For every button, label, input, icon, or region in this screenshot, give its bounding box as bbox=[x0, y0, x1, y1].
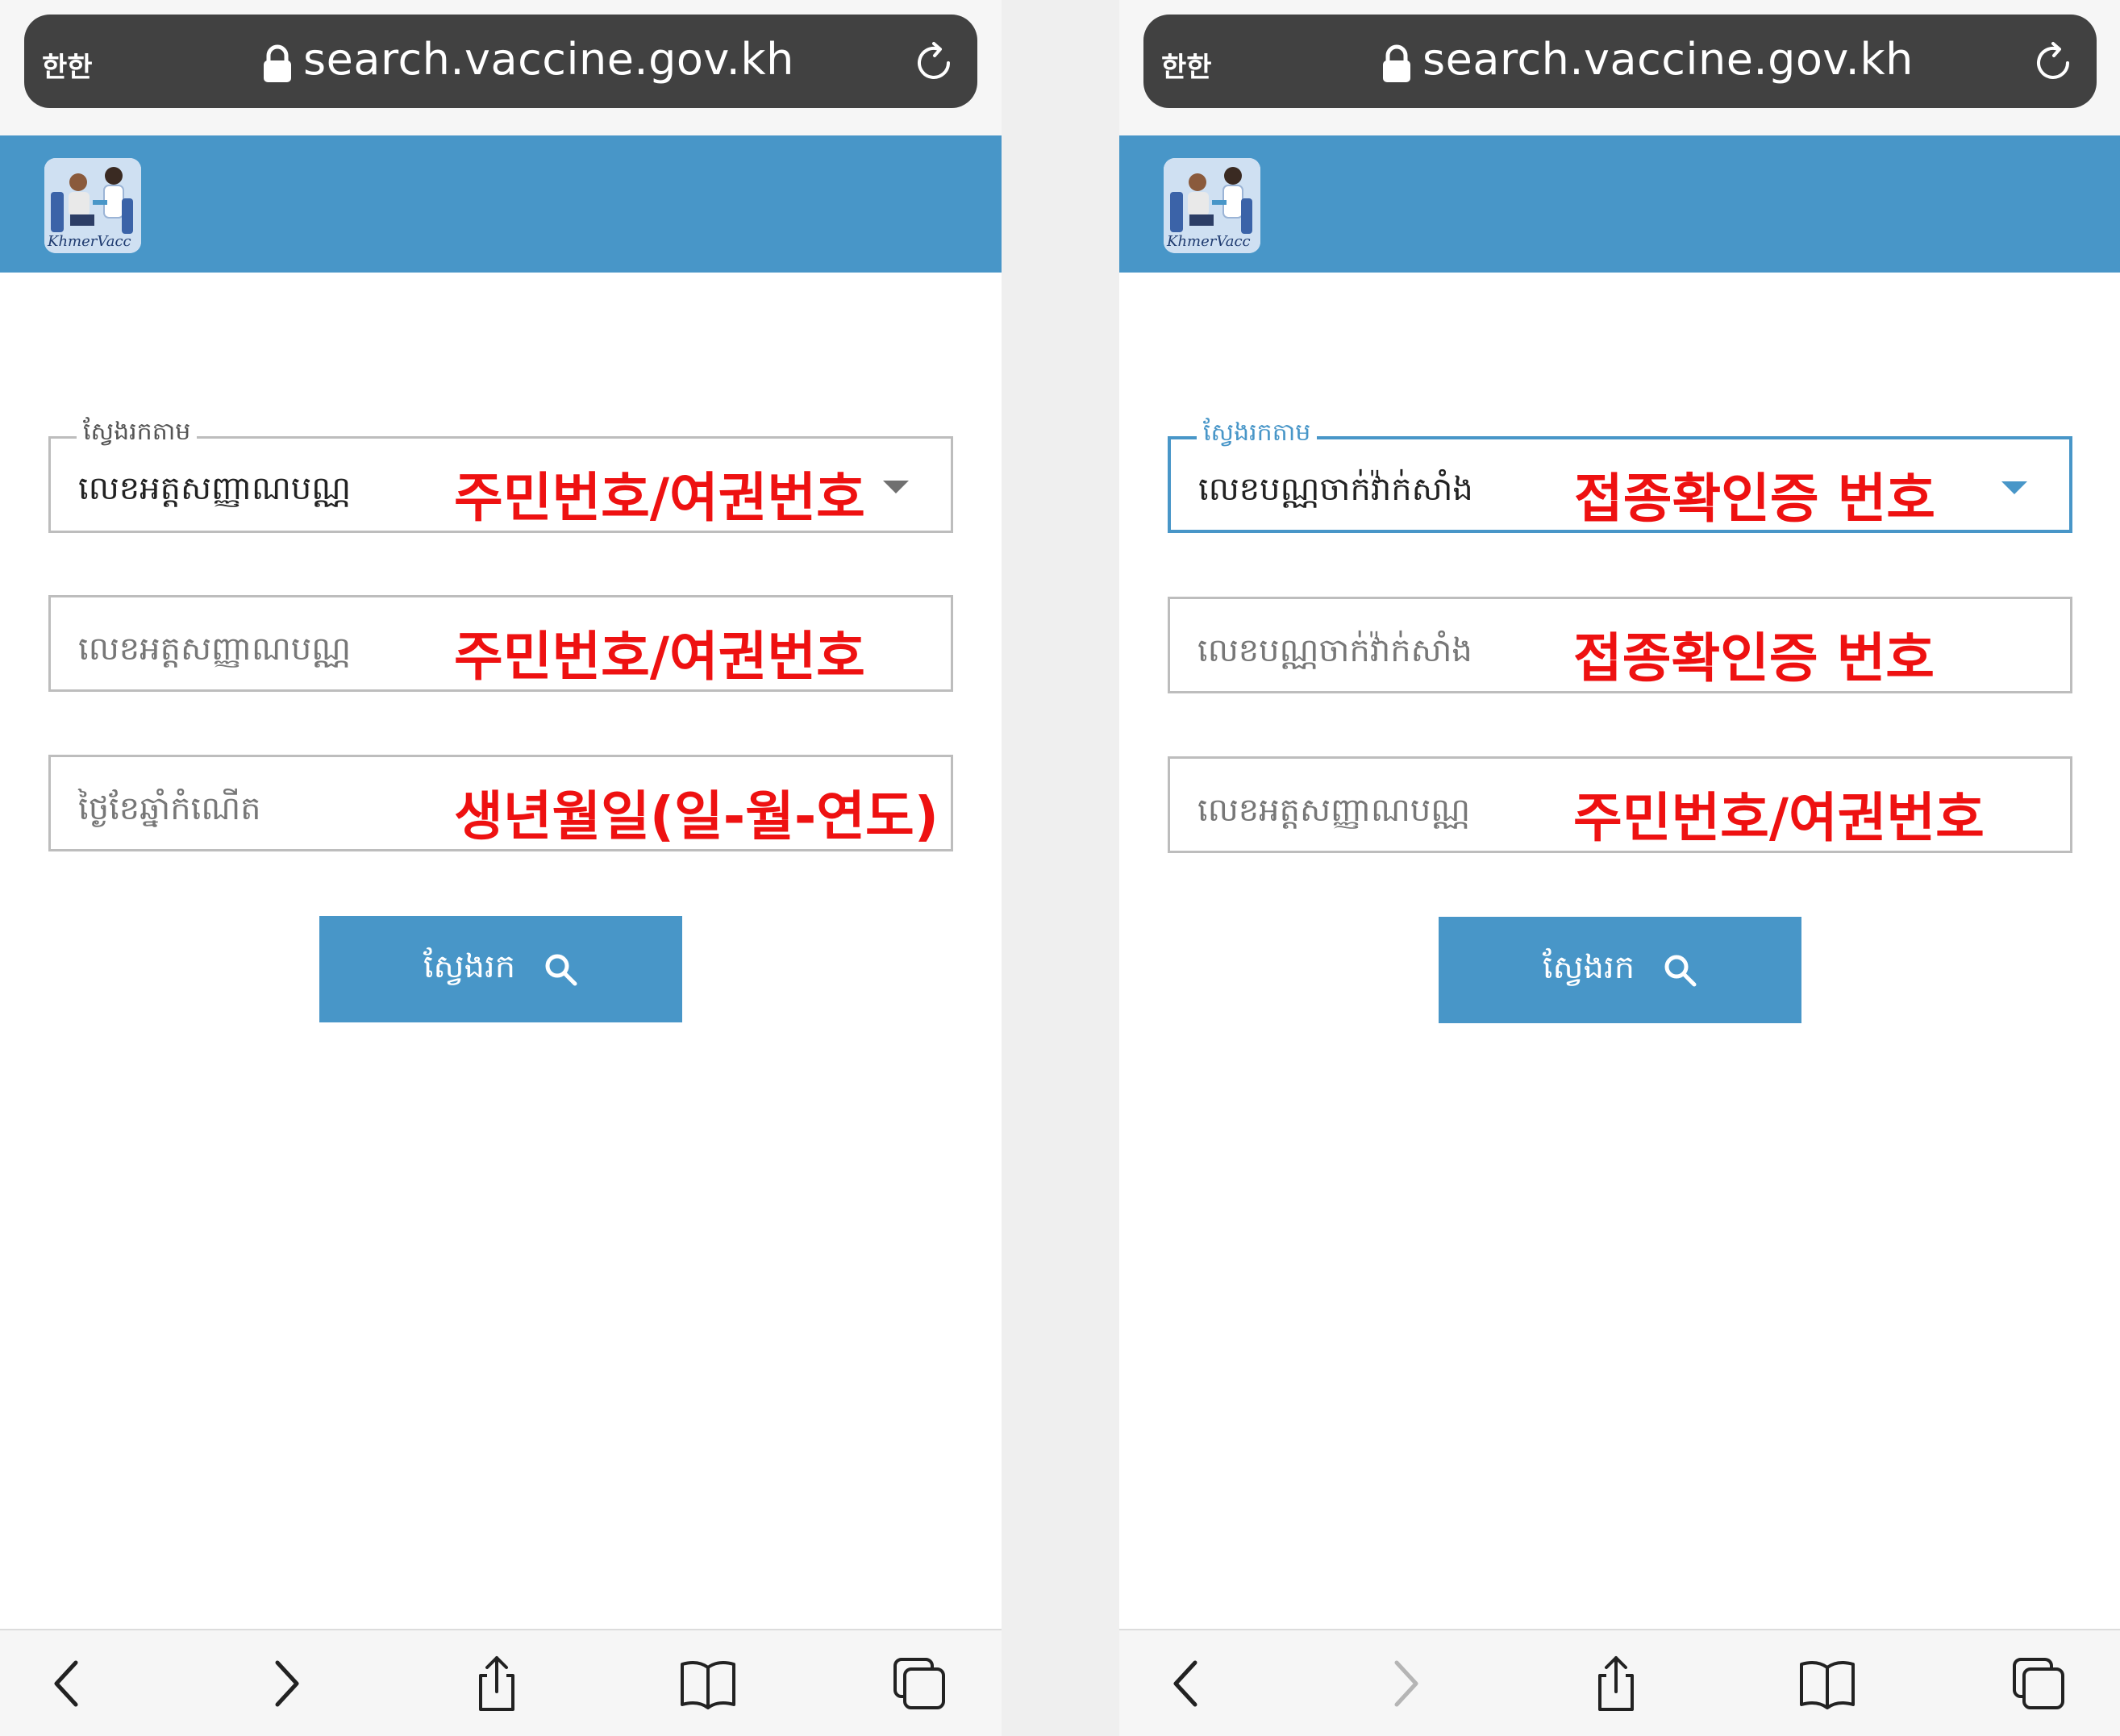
url-text[interactable]: search.vaccine.gov.kh bbox=[303, 34, 794, 85]
birth-date-placeholder: ថ្ងៃខែឆ្នាំកំណើត bbox=[78, 790, 261, 827]
search-by-legend: ស្វែងរកតាម bbox=[77, 416, 198, 452]
address-bar[interactable]: 한한 search.vaccine.gov.kh bbox=[24, 15, 977, 108]
id-number-placeholder: លេខអត្តសញ្ញាណបណ្ណ bbox=[1197, 792, 1471, 829]
translation-annotation: 생년월일(일-월-연도) bbox=[454, 785, 939, 847]
id-number-placeholder: លេខអត្តសញ្ញាណបណ្ណ bbox=[78, 631, 352, 668]
translation-annotation: 주민번호/여권번호 bbox=[454, 626, 865, 688]
search-button-label: ស្វែងរក bbox=[423, 947, 516, 985]
forward-icon[interactable] bbox=[252, 1651, 316, 1716]
dropdown-caret-icon[interactable] bbox=[883, 481, 909, 493]
bookmarks-icon[interactable] bbox=[1795, 1651, 1860, 1716]
khmervacc-logo[interactable]: KhmerVacc bbox=[1164, 158, 1260, 253]
share-icon[interactable] bbox=[464, 1651, 529, 1716]
lock-icon bbox=[264, 44, 291, 82]
vaccine-card-placeholder: លេខបណ្ណចាក់វ៉ាក់សាំង bbox=[1197, 632, 1472, 669]
site-header: KhmerVacc bbox=[1119, 135, 2120, 273]
search-by-select[interactable]: ស្វែងរកតាម លេខបណ្ណចាក់វ៉ាក់សាំង 접종확인증 번호 bbox=[1168, 417, 2072, 533]
vaccine-card-number-input[interactable]: លេខបណ្ណចាក់វ៉ាក់សាំង 접종확인증 번호 bbox=[1168, 597, 2072, 693]
birth-date-input[interactable]: ថ្ងៃខែឆ្នាំកំណើត 생년월일(일-월-연도) bbox=[48, 755, 953, 851]
id-number-input[interactable]: លេខអត្តសញ្ញាណបណ្ណ 주민번호/여권번호 bbox=[1168, 756, 2072, 853]
translation-annotation: 주민번호/여권번호 bbox=[1573, 787, 1985, 849]
back-icon[interactable] bbox=[37, 1651, 102, 1716]
share-icon[interactable] bbox=[1584, 1651, 1648, 1716]
logo-text: KhmerVacc bbox=[1167, 233, 1251, 250]
reload-icon[interactable] bbox=[2030, 39, 2077, 85]
translation-annotation: 주민번호/여권번호 bbox=[454, 467, 865, 529]
tabs-icon[interactable] bbox=[2006, 1651, 2071, 1716]
browser-toolbar bbox=[1119, 1629, 2120, 1736]
text-size-button[interactable]: 한한 bbox=[42, 45, 93, 85]
phone-screen-left: 한한 search.vaccine.gov.kh KhmerVacc ស្វែង… bbox=[0, 0, 1002, 1736]
back-icon[interactable] bbox=[1156, 1651, 1221, 1716]
text-size-button[interactable]: 한한 bbox=[1161, 45, 1212, 85]
tabs-icon[interactable] bbox=[887, 1651, 952, 1716]
search-by-value: លេខបណ្ណចាក់វ៉ាក់សាំង bbox=[1198, 471, 1473, 508]
logo-text: KhmerVacc bbox=[48, 233, 131, 250]
lock-icon bbox=[1383, 44, 1410, 82]
search-by-select[interactable]: ស្វែងរកតាម លេខអត្តសញ្ញាណបណ្ណ 주민번호/여권번호 bbox=[48, 416, 953, 533]
browser-top-bar: 한한 search.vaccine.gov.kh bbox=[0, 0, 1002, 135]
url-text[interactable]: search.vaccine.gov.kh bbox=[1422, 34, 1914, 85]
search-button-label: ស្វែងរក bbox=[1542, 948, 1635, 986]
forward-icon-disabled bbox=[1394, 1660, 1418, 1707]
search-button[interactable]: ស្វែងរក bbox=[319, 916, 682, 1022]
search-icon bbox=[545, 954, 577, 986]
search-by-value: លេខអត្តសញ្ញាណបណ្ណ bbox=[78, 470, 352, 507]
translation-annotation: 접종확인증 번호 bbox=[1574, 468, 1936, 530]
search-icon bbox=[1664, 955, 1697, 987]
reload-icon[interactable] bbox=[911, 39, 958, 85]
browser-toolbar bbox=[0, 1629, 1002, 1736]
search-button[interactable]: ស្វែងរក bbox=[1439, 917, 1801, 1023]
id-number-input[interactable]: លេខអត្តសញ្ញាណបណ្ណ 주민번호/여권번호 bbox=[48, 595, 953, 692]
site-header: KhmerVacc bbox=[0, 135, 1002, 273]
search-by-legend: ស្វែងរកតាម bbox=[1197, 417, 1318, 452]
browser-top-bar: 한한 search.vaccine.gov.kh bbox=[1119, 0, 2120, 135]
phone-screen-right: 한한 search.vaccine.gov.kh KhmerVacc ស្វែង… bbox=[1119, 0, 2120, 1736]
address-bar[interactable]: 한한 search.vaccine.gov.kh bbox=[1143, 15, 2097, 108]
dropdown-caret-icon[interactable] bbox=[2001, 481, 2027, 494]
translation-annotation: 접종확인증 번호 bbox=[1573, 627, 1935, 689]
khmervacc-logo[interactable]: KhmerVacc bbox=[44, 158, 141, 253]
bookmarks-icon[interactable] bbox=[676, 1651, 740, 1716]
